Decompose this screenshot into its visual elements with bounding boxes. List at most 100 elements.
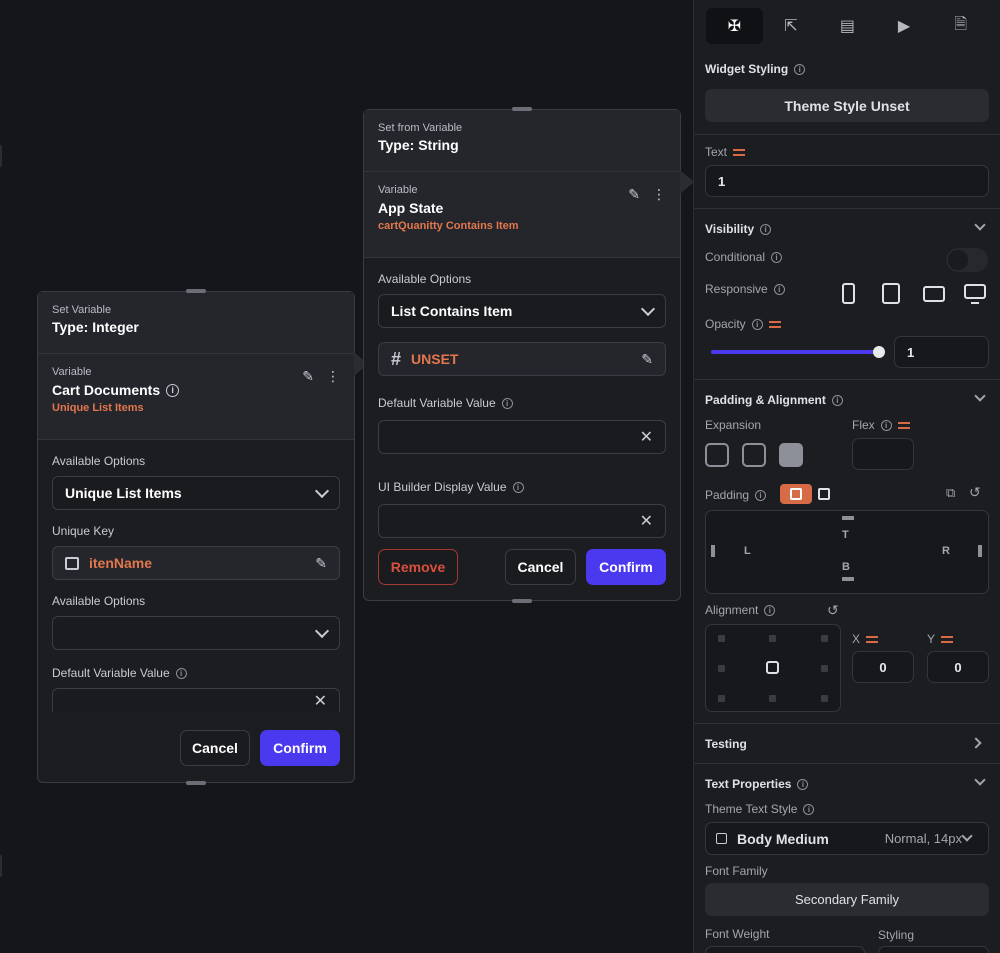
- desktop-icon[interactable]: [964, 284, 986, 299]
- tab-actions[interactable]: ⇱: [763, 8, 820, 44]
- expansion-tight-icon[interactable]: [779, 443, 803, 467]
- more-vert-icon[interactable]: ⋮: [652, 186, 666, 203]
- ui-builder-display-input[interactable]: ✕: [378, 504, 666, 538]
- align-center-left[interactable]: [718, 665, 725, 672]
- info-icon[interactable]: i: [764, 604, 776, 616]
- phone-icon[interactable]: [842, 283, 855, 304]
- cancel-button[interactable]: Cancel: [505, 549, 576, 585]
- info-icon[interactable]: i: [797, 778, 809, 790]
- clear-x-icon[interactable]: ✕: [314, 691, 327, 711]
- cancel-button[interactable]: Cancel: [180, 730, 250, 766]
- reset-icon[interactable]: ↺: [827, 602, 839, 619]
- align-bottom-left[interactable]: [718, 695, 725, 702]
- tablet-icon[interactable]: [882, 283, 900, 304]
- flex-input[interactable]: [852, 438, 914, 470]
- dropdown-value: List Contains Item: [391, 303, 513, 319]
- padding-left-handle[interactable]: [711, 545, 715, 557]
- align-top-left[interactable]: [718, 635, 725, 642]
- info-icon[interactable]: i: [501, 397, 513, 409]
- info-icon[interactable]: i: [175, 667, 187, 679]
- expansion-expanded-icon[interactable]: [742, 443, 766, 467]
- padding-bottom-handle[interactable]: [842, 577, 854, 581]
- padding-uniform-toggle[interactable]: [780, 484, 812, 504]
- available-options-dropdown[interactable]: Unique List Items: [52, 476, 340, 510]
- info-icon[interactable]: i: [803, 803, 815, 815]
- divider: [694, 208, 1000, 209]
- remove-button[interactable]: Remove: [378, 549, 458, 585]
- align-bottom-right[interactable]: [821, 695, 828, 702]
- align-bottom-center[interactable]: [769, 695, 776, 702]
- info-icon[interactable]: i: [794, 63, 806, 75]
- align-top-center[interactable]: [769, 635, 776, 642]
- panel-drag-handle[interactable]: [512, 599, 532, 603]
- tab-backend-query[interactable]: ▤: [819, 8, 876, 44]
- reset-icon[interactable]: ↺: [969, 484, 981, 501]
- opacity-input[interactable]: 1: [894, 336, 989, 368]
- styling-dropdown[interactable]: [878, 946, 989, 953]
- theme-style-button[interactable]: Theme Style Unset: [705, 89, 989, 122]
- opacity-slider-thumb[interactable]: [873, 346, 885, 358]
- align-center-selected[interactable]: [766, 661, 779, 674]
- clear-x-icon[interactable]: ✕: [640, 427, 653, 447]
- info-icon[interactable]: i: [512, 481, 524, 493]
- opacity-slider-track[interactable]: [711, 350, 879, 354]
- info-icon[interactable]: i: [755, 489, 767, 501]
- flex-label: Flex: [852, 418, 875, 432]
- available-options-dropdown-2[interactable]: [52, 616, 340, 650]
- more-vert-icon[interactable]: ⋮: [326, 368, 340, 385]
- variable-sliders-icon[interactable]: [941, 634, 954, 644]
- edit-pencil-icon[interactable]: ✎: [302, 368, 314, 385]
- info-icon[interactable]: i: [771, 251, 783, 263]
- text-input[interactable]: 1: [705, 165, 989, 197]
- padding-left-label: L: [744, 545, 751, 557]
- unset-value-field[interactable]: # UNSET ✎: [378, 342, 666, 376]
- panel-drag-handle[interactable]: [512, 107, 532, 111]
- edit-pencil-icon[interactable]: ✎: [315, 555, 327, 572]
- copy-icon[interactable]: ⧉: [946, 485, 955, 501]
- edit-pencil-icon[interactable]: ✎: [641, 351, 653, 368]
- alignment-grid[interactable]: [705, 624, 841, 712]
- desktop-stand: [971, 300, 979, 304]
- default-value-input[interactable]: ✕: [52, 688, 340, 712]
- variable-sliders-icon[interactable]: [866, 634, 879, 644]
- tab-notes[interactable]: 🗎: [932, 8, 989, 44]
- variable-sliders-icon[interactable]: [897, 420, 910, 430]
- padding-right-handle[interactable]: [978, 545, 982, 557]
- padding-editor[interactable]: T B L R: [705, 510, 989, 594]
- panel-drag-handle[interactable]: [186, 289, 206, 293]
- variable-section[interactable]: Variable App State cartQuanitty Contains…: [364, 172, 680, 258]
- available-options-dropdown[interactable]: List Contains Item: [378, 294, 666, 328]
- info-icon[interactable]: i: [831, 394, 843, 406]
- y-input[interactable]: 0: [927, 651, 989, 683]
- info-icon[interactable]: i: [166, 383, 180, 397]
- panel-drag-handle[interactable]: [186, 781, 206, 785]
- conditional-toggle[interactable]: [946, 248, 988, 272]
- padding-top-handle[interactable]: [842, 516, 854, 520]
- tab-animations[interactable]: ▶: [876, 8, 933, 44]
- variable-sliders-icon[interactable]: [733, 147, 746, 157]
- variable-sliders-icon[interactable]: [768, 319, 781, 329]
- expansion-flexible-icon[interactable]: [705, 443, 729, 467]
- tablet-landscape-icon[interactable]: [923, 286, 945, 302]
- unique-key-field[interactable]: itenName ✎: [52, 546, 340, 580]
- align-center-right[interactable]: [821, 665, 828, 672]
- font-family-button[interactable]: Secondary Family: [705, 883, 989, 916]
- confirm-button[interactable]: Confirm: [260, 730, 340, 766]
- align-top-right[interactable]: [821, 635, 828, 642]
- tab-widget-properties[interactable]: ✠: [706, 8, 763, 44]
- confirm-button[interactable]: Confirm: [586, 549, 666, 585]
- theme-text-style-dropdown[interactable]: Body Medium Normal, 14px: [705, 822, 989, 855]
- font-weight-dropdown[interactable]: [705, 946, 865, 953]
- padding-individual-icon[interactable]: [818, 488, 830, 500]
- info-icon[interactable]: i: [880, 419, 892, 431]
- divider: [694, 763, 1000, 764]
- variable-section[interactable]: Variable Cart Documents i Unique List Ite…: [38, 354, 354, 440]
- x-input[interactable]: 0: [852, 651, 914, 683]
- info-icon[interactable]: i: [751, 318, 763, 330]
- clear-x-icon[interactable]: ✕: [640, 511, 653, 531]
- testing-section[interactable]: Testing: [694, 737, 1000, 751]
- info-icon[interactable]: i: [773, 283, 785, 295]
- default-value-input[interactable]: ✕: [378, 420, 666, 454]
- edit-pencil-icon[interactable]: ✎: [628, 186, 640, 203]
- info-icon[interactable]: i: [760, 223, 772, 235]
